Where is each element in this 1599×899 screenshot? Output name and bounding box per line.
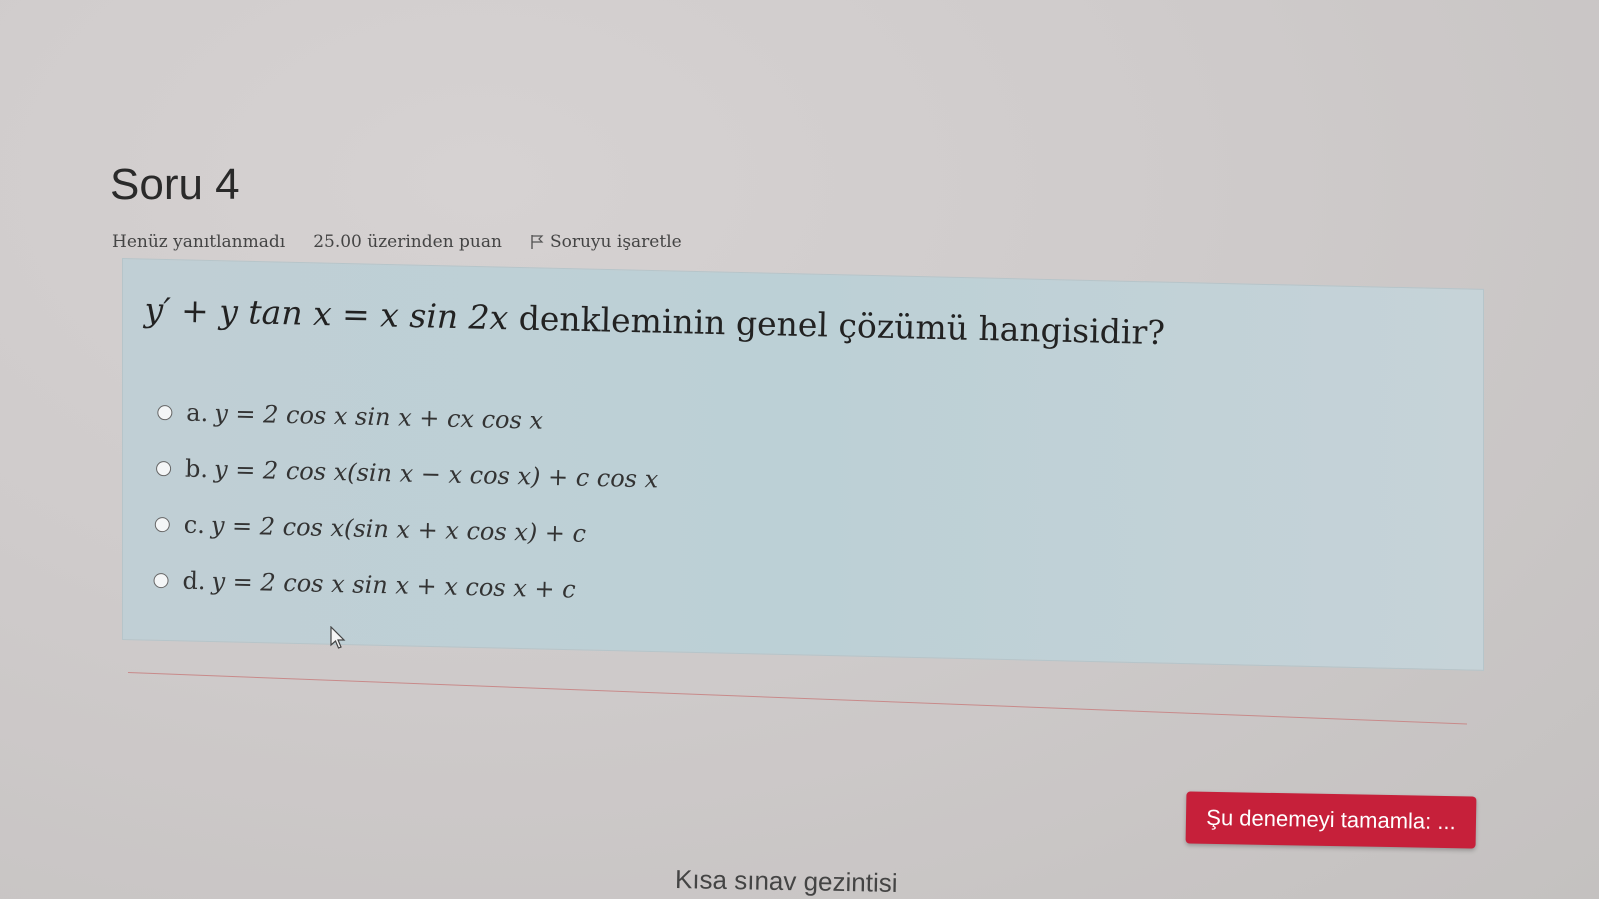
option-letter: b.	[184, 454, 209, 484]
question-title: Soru 4	[110, 160, 240, 209]
option-text: y = 2 cos x(sin x − x cos x) + c cos x	[213, 455, 659, 494]
question-equation: y′ + y tan x = x sin 2x	[144, 290, 509, 338]
radio-button[interactable]	[157, 404, 173, 420]
option-letter: a.	[186, 398, 209, 428]
flag-icon	[531, 235, 544, 249]
option-letter: d.	[182, 566, 206, 596]
radio-button[interactable]	[155, 460, 172, 476]
mouse-pointer-icon	[330, 626, 346, 649]
finish-attempt-button[interactable]: Şu denemeyi tamamla: ...	[1185, 791, 1477, 849]
question-meta: Henüz yanıtlanmadı 25.00 üzerinden puan …	[112, 232, 738, 252]
answer-options: a. y = 2 cos x sin x + cx cos x b. y = 2…	[153, 384, 660, 619]
question-points: 25.00 üzerinden puan	[313, 232, 502, 252]
flag-question-label: Soruyu işaretle	[549, 232, 682, 252]
option-text: y = 2 cos x(sin x + x cos x) + c	[210, 511, 587, 548]
section-divider	[127, 672, 1468, 725]
question-status: Henüz yanıtlanmadı	[112, 232, 286, 252]
radio-button[interactable]	[154, 516, 170, 532]
answer-option-d[interactable]: d. y = 2 cos x sin x + x cos x + c	[153, 552, 656, 619]
option-text: y = 2 cos x sin x + x cos x + c	[211, 567, 576, 604]
flag-question-link[interactable]: Soruyu işaretle	[530, 232, 710, 252]
quiz-navigation-title: Kısa sınav gezintisi	[674, 864, 898, 898]
radio-button[interactable]	[153, 572, 169, 588]
option-text: y = 2 cos x sin x + cx cos x	[213, 399, 544, 435]
option-letter: c.	[183, 510, 206, 540]
